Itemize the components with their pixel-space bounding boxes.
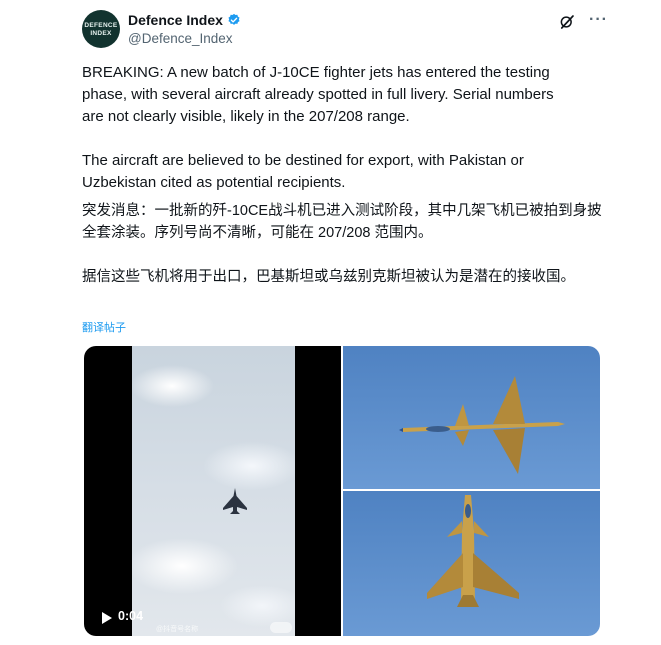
- video-watermark-badge: [270, 622, 292, 633]
- tweet-paragraph-1: BREAKING: A new batch of J-10CE fighter …: [82, 64, 554, 125]
- tweet-text-english: BREAKING: A new batch of J-10CE fighter …: [82, 62, 610, 194]
- user-handle[interactable]: @Defence_Index: [128, 31, 233, 46]
- jet-photo-top-image: [399, 376, 565, 474]
- name-row: Defence Index: [128, 12, 241, 28]
- avatar[interactable]: DEFENCE INDEX: [82, 10, 120, 48]
- video-frame-sky: [132, 346, 295, 636]
- jet-photo-bottom-image: [427, 495, 519, 607]
- more-icon[interactable]: ···: [589, 11, 608, 29]
- play-icon[interactable]: [102, 612, 112, 624]
- display-name[interactable]: Defence Index: [128, 12, 223, 28]
- media-grid: 0:04 @抖音号名称: [84, 346, 600, 636]
- tweet-header: DEFENCE INDEX Defence Index @Defence_Ind…: [82, 10, 612, 50]
- grok-icon[interactable]: [558, 13, 576, 31]
- video-player[interactable]: 0:04 @抖音号名称: [84, 346, 341, 636]
- photo-jet-top[interactable]: [343, 346, 600, 489]
- video-watermark: @抖音号名称: [156, 626, 199, 633]
- tweet-paragraph-2: The aircraft are believed to be destined…: [82, 152, 524, 191]
- photo-jet-bottom[interactable]: [343, 491, 600, 636]
- jet-silhouette: [223, 488, 247, 514]
- verified-badge-icon: [228, 13, 240, 25]
- translate-post-link[interactable]: 翻译帖子: [82, 319, 126, 335]
- video-duration: 0:04: [118, 609, 144, 623]
- tweet-paragraph-zh-1: 突发消息：一批新的歼-10CE战斗机已进入测试阶段，其中几架飞机已被拍到身披全套…: [82, 203, 602, 241]
- tweet-paragraph-zh-2: 据信这些飞机将用于出口，巴基斯坦或乌兹别克斯坦被认为是潜在的接收国。: [82, 269, 575, 285]
